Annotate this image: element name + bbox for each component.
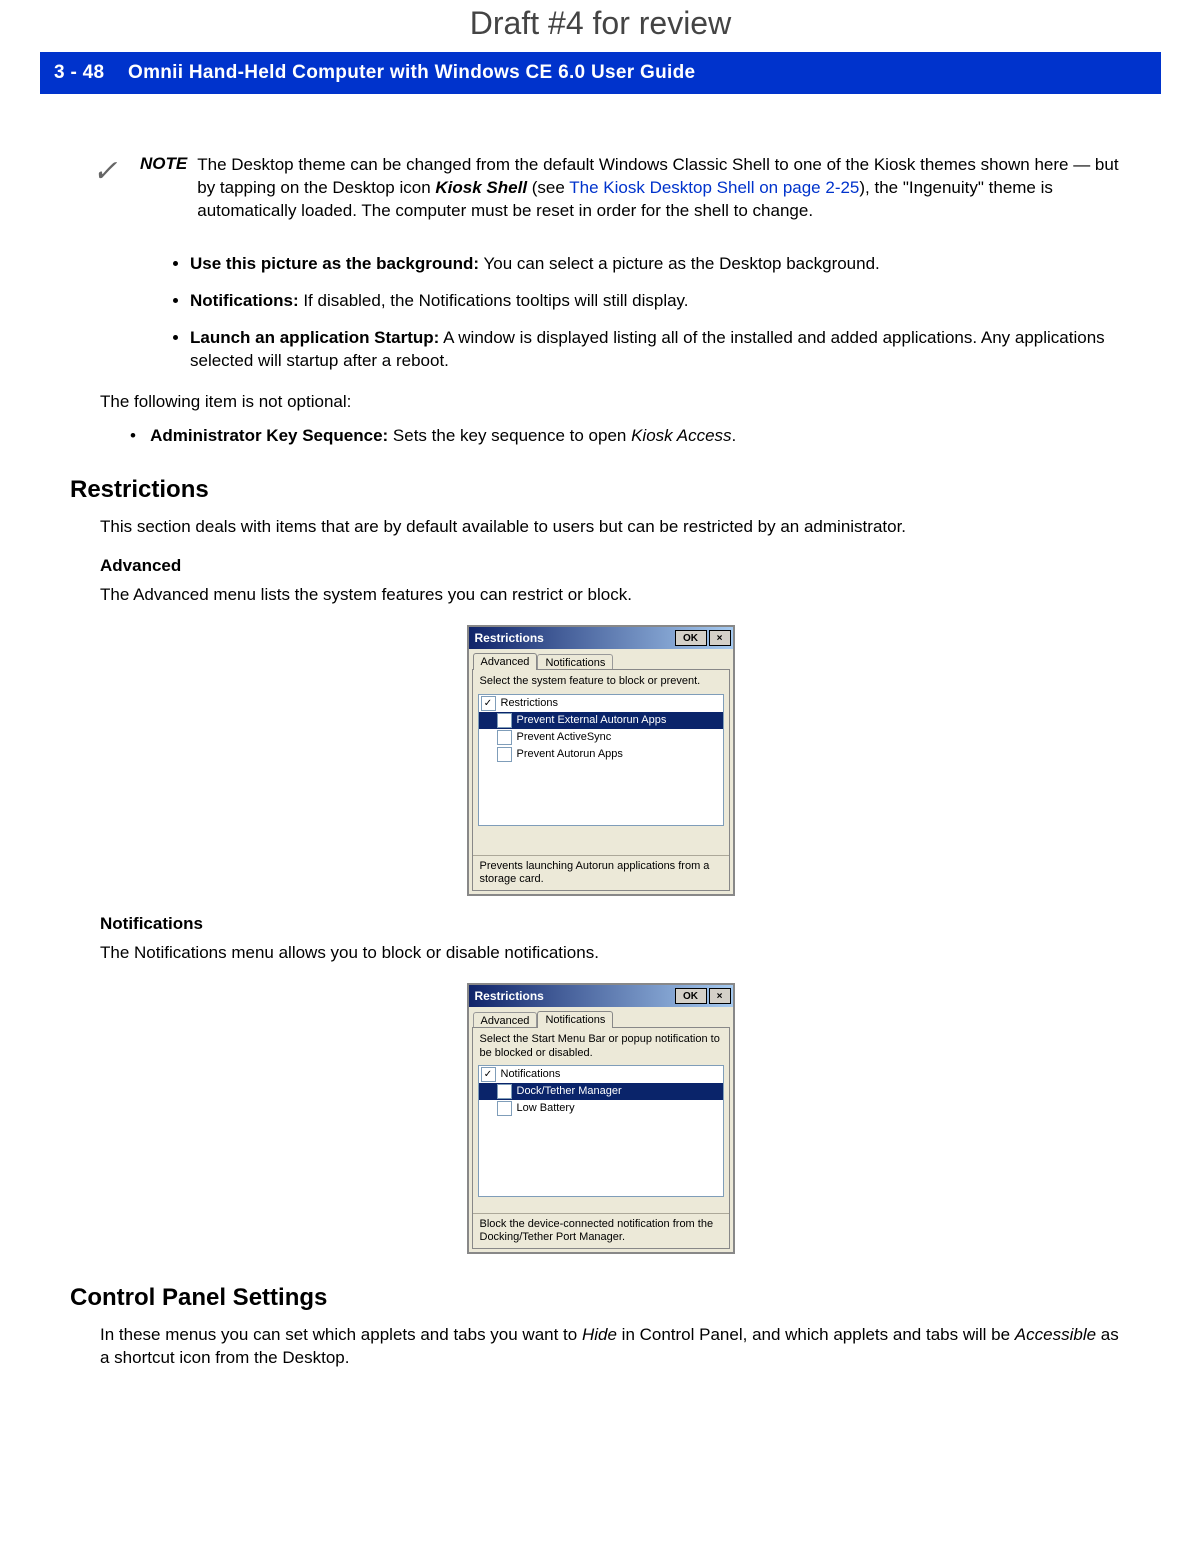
tree-root[interactable]: ✓ Notifications [479, 1066, 723, 1083]
admin-key-rest: Sets the key sequence to open [388, 426, 631, 445]
checkbox-icon[interactable]: ✓ [481, 696, 496, 711]
feature-bullets: Use this picture as the background: You … [150, 253, 1131, 373]
bullet-rest: If disabled, the Notifications tooltips … [299, 291, 689, 310]
list-item: Notifications: If disabled, the Notifica… [190, 290, 1131, 313]
ok-button[interactable]: OK [675, 988, 707, 1004]
dialog-title: Restrictions [475, 989, 673, 1003]
admin-key-italic: Kiosk Access [631, 426, 731, 445]
restrictions-dialog-advanced: Restrictions OK × Advanced Notifications… [467, 625, 735, 896]
close-button[interactable]: × [709, 630, 731, 646]
advanced-figure: Restrictions OK × Advanced Notifications… [70, 625, 1131, 896]
cp-hide: Hide [582, 1325, 617, 1344]
advanced-text: The Advanced menu lists the system featu… [100, 584, 1131, 607]
dialog-instruction: Select the system feature to block or pr… [473, 670, 729, 693]
admin-key-bullet: • Administrator Key Sequence: Sets the k… [130, 426, 1131, 446]
restrictions-heading: Restrictions [70, 476, 1131, 504]
note-text-mid: (see [527, 178, 569, 197]
notifications-heading: Notifications [100, 914, 1131, 934]
tree-root-label: Notifications [501, 1068, 561, 1080]
page: Draft #4 for review 3 - 48 Omnii Hand-He… [0, 0, 1201, 1442]
kiosk-desktop-link[interactable]: The Kiosk Desktop Shell on page 2-25 [569, 178, 859, 197]
restrictions-dialog-notifications: Restrictions OK × Advanced Notifications… [467, 983, 735, 1254]
dialog-titlebar: Restrictions OK × [469, 985, 733, 1007]
checkbox-icon[interactable] [497, 730, 512, 745]
tree-item[interactable]: Dock/Tether Manager [479, 1083, 723, 1100]
tree-item[interactable]: Prevent ActiveSync [479, 729, 723, 746]
not-optional-intro: The following item is not optional: [100, 391, 1131, 414]
tree-item[interactable]: Low Battery [479, 1100, 723, 1117]
checkbox-icon[interactable] [497, 713, 512, 728]
tab-advanced[interactable]: Advanced [473, 653, 538, 670]
bullet-rest: You can select a picture as the Desktop … [479, 254, 880, 273]
checkbox-icon[interactable] [497, 1084, 512, 1099]
content: ✓ NOTE The Desktop theme can be changed … [40, 154, 1161, 1370]
checkmark-icon: ✓ [70, 154, 140, 189]
bullet-lead: Notifications: [190, 291, 299, 310]
draft-header: Draft #4 for review [40, 0, 1161, 52]
admin-key-lead: Administrator Key Sequence: [150, 426, 388, 445]
kiosk-shell-term: Kiosk Shell [435, 178, 527, 197]
guide-title: Omnii Hand-Held Computer with Windows CE… [128, 62, 695, 83]
tree-item-label: Low Battery [517, 1102, 575, 1114]
tree-list[interactable]: ✓ Restrictions Prevent External Autorun A… [478, 694, 724, 826]
tree-root[interactable]: ✓ Restrictions [479, 695, 723, 712]
dialog-tabs: Advanced Notifications [469, 1007, 733, 1027]
tree-root-label: Restrictions [501, 697, 558, 709]
cp-text-pre: In these menus you can set which applets… [100, 1325, 582, 1344]
tree-item-label: Prevent External Autorun Apps [517, 714, 667, 726]
close-button[interactable]: × [709, 988, 731, 1004]
page-number: 3 - 48 [54, 62, 104, 83]
notifications-figure: Restrictions OK × Advanced Notifications… [70, 983, 1131, 1254]
status-text: Block the device-connected notification … [473, 1213, 729, 1248]
checkbox-icon[interactable] [497, 1101, 512, 1116]
tree-item-label: Prevent Autorun Apps [517, 748, 623, 760]
tree-item[interactable]: Prevent External Autorun Apps [479, 712, 723, 729]
restrictions-intro: This section deals with items that are b… [100, 516, 1131, 539]
cp-text-mid: in Control Panel, and which applets and … [617, 1325, 1015, 1344]
control-panel-text: In these menus you can set which applets… [100, 1324, 1131, 1370]
tree-list[interactable]: ✓ Notifications Dock/Tether Manager Low B… [478, 1065, 724, 1197]
advanced-heading: Advanced [100, 556, 1131, 576]
note-block: ✓ NOTE The Desktop theme can be changed … [70, 154, 1131, 223]
checkbox-icon[interactable]: ✓ [481, 1067, 496, 1082]
admin-key-tail: . [732, 426, 737, 445]
dialog-titlebar: Restrictions OK × [469, 627, 733, 649]
notifications-text: The Notifications menu allows you to blo… [100, 942, 1131, 965]
dialog-title: Restrictions [475, 631, 673, 645]
dialog-tabs: Advanced Notifications [469, 649, 733, 669]
note-text: The Desktop theme can be changed from th… [197, 154, 1131, 223]
checkbox-icon[interactable] [497, 747, 512, 762]
tab-notifications[interactable]: Notifications [537, 1011, 613, 1028]
control-panel-heading: Control Panel Settings [70, 1284, 1131, 1312]
dialog-body: Select the system feature to block or pr… [472, 669, 730, 891]
header-bar: 3 - 48 Omnii Hand-Held Computer with Win… [40, 52, 1161, 94]
tree-item-label: Prevent ActiveSync [517, 731, 612, 743]
tree-item[interactable]: Prevent Autorun Apps [479, 746, 723, 763]
ok-button[interactable]: OK [675, 630, 707, 646]
dialog-instruction: Select the Start Menu Bar or popup notif… [473, 1028, 729, 1064]
list-item: Launch an application Startup: A window … [190, 327, 1131, 373]
note-label: NOTE [140, 154, 197, 174]
bullet-lead: Launch an application Startup: [190, 328, 439, 347]
status-text: Prevents launching Autorun applications … [473, 855, 729, 890]
dialog-body: Select the Start Menu Bar or popup notif… [472, 1027, 730, 1249]
bullet-lead: Use this picture as the background: [190, 254, 479, 273]
tree-item-label: Dock/Tether Manager [517, 1085, 622, 1097]
list-item: Use this picture as the background: You … [190, 253, 1131, 276]
cp-accessible: Accessible [1015, 1325, 1096, 1344]
